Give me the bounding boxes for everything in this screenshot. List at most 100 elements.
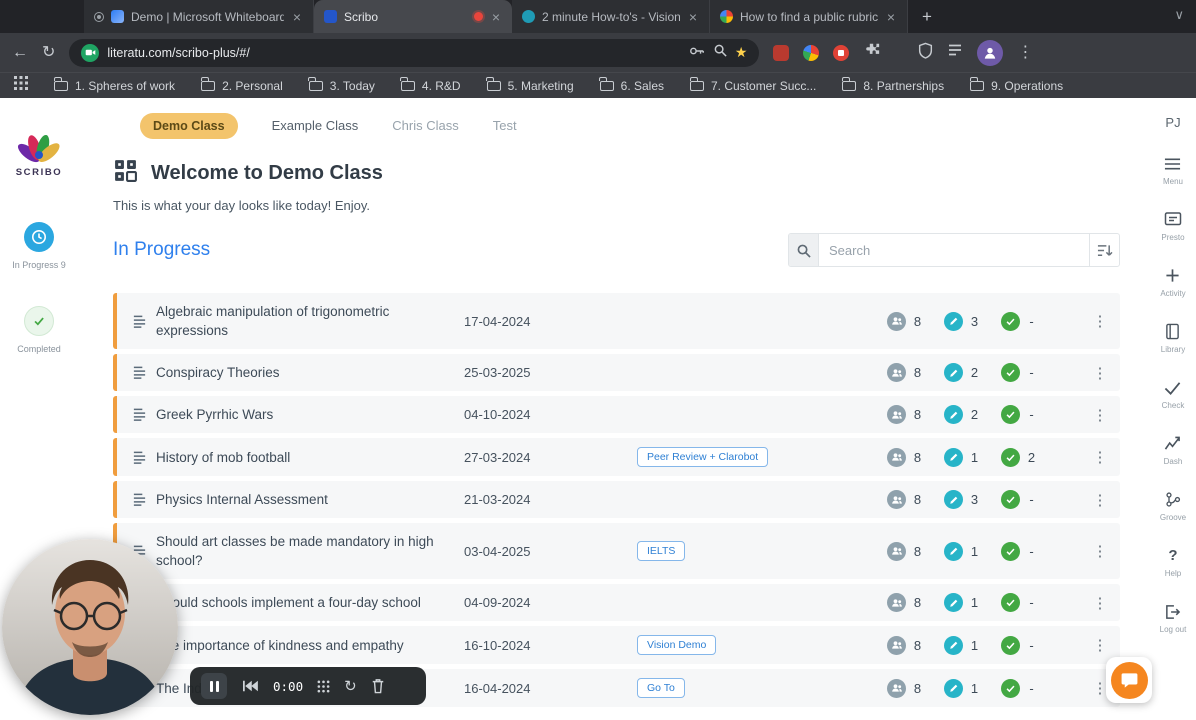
profile-avatar[interactable]: [977, 39, 1004, 66]
bookmark-folder[interactable]: 2. Personal: [200, 77, 283, 93]
assignment-row[interactable]: Should schools implement a four-day scho…: [113, 584, 1120, 621]
key-icon[interactable]: [689, 44, 705, 62]
sidebar-item-activity[interactable]: Activity: [1160, 266, 1186, 298]
class-tab-demo[interactable]: Demo Class: [140, 112, 238, 139]
members-badge: 8: [887, 635, 922, 655]
assignment-tag[interactable]: Peer Review + Clarobot: [637, 447, 769, 467]
extension-icon[interactable]: [803, 44, 820, 61]
drag-grid-icon[interactable]: [317, 680, 330, 693]
assignment-row[interactable]: Physics Internal Assessment 21-03-2024 8…: [113, 481, 1120, 518]
pause-button[interactable]: [201, 673, 227, 699]
screen: Demo | Microsoft Whiteboard × Scribo × 2…: [0, 0, 1196, 720]
profile-initials[interactable]: PJ: [1165, 115, 1180, 130]
search-input[interactable]: [819, 234, 1089, 266]
assignment-row[interactable]: The importance of kindness and empathy 1…: [113, 626, 1120, 664]
sidebar-item-presto[interactable]: Presto: [1161, 210, 1185, 242]
tab-search-caret-icon[interactable]: ∨: [1174, 7, 1184, 23]
bookmark-folder[interactable]: 7. Customer Succ...: [689, 77, 816, 93]
tag-zone: IELTS: [579, 541, 865, 561]
restart-button[interactable]: ↻: [344, 679, 357, 694]
bookmark-folder[interactable]: 4. R&D: [400, 77, 461, 93]
tab-activity-indicator-icon: [94, 11, 104, 22]
sidebar-item-groove[interactable]: Groove: [1160, 490, 1186, 522]
row-menu-kebab-icon[interactable]: ⋮: [1090, 364, 1110, 382]
tab-whiteboard[interactable]: Demo | Microsoft Whiteboard ×: [84, 0, 314, 33]
check-icon: [1001, 593, 1020, 612]
close-icon[interactable]: ×: [885, 10, 897, 24]
tab-scribo-active[interactable]: Scribo ×: [314, 0, 512, 33]
reload-button[interactable]: ↻: [42, 44, 55, 61]
assignment-row[interactable]: Greek Pyrrhic Wars 04-10-2024 8 2 - ⋮: [113, 396, 1120, 433]
extension-icon[interactable]: [773, 44, 790, 61]
assignment-tag[interactable]: Go To: [637, 678, 685, 698]
folder-icon: [486, 77, 501, 91]
close-icon[interactable]: ×: [291, 10, 303, 24]
search-icon[interactable]: [789, 234, 819, 266]
assignment-row[interactable]: Conspiracy Theories 25-03-2025 8 2 - ⋮: [113, 354, 1120, 391]
row-menu-kebab-icon[interactable]: ⋮: [1090, 406, 1110, 424]
sidebar-item-check[interactable]: Check: [1162, 378, 1184, 410]
row-menu-kebab-icon[interactable]: ⋮: [1090, 491, 1110, 509]
scribo-logo[interactable]: SCRIBO: [16, 128, 63, 178]
class-tab-test[interactable]: Test: [493, 118, 517, 133]
badges: 8 1 2: [865, 447, 1036, 467]
shield-icon[interactable]: [918, 42, 933, 64]
assignment-row[interactable]: Should art classes be made mandatory in …: [113, 523, 1120, 579]
check-icon: [1001, 541, 1020, 561]
bookmark-folder[interactable]: 5. Marketing: [486, 77, 574, 93]
sidebar-in-progress-button[interactable]: In Progress 9: [12, 222, 66, 270]
folder-icon: [400, 77, 415, 91]
bookmark-folder[interactable]: 1. Spheres of work: [53, 77, 175, 93]
badges: 8 1 -: [865, 593, 1036, 612]
delete-recording-button[interactable]: [371, 678, 385, 694]
bookmark-folder[interactable]: 3. Today: [308, 77, 375, 93]
tab-label: Scribo: [344, 9, 379, 24]
assignment-date: 16-04-2024: [464, 680, 531, 696]
reading-list-icon[interactable]: [947, 43, 963, 62]
assignment-tag[interactable]: Vision Demo: [637, 635, 717, 655]
row-menu-kebab-icon[interactable]: ⋮: [1090, 448, 1110, 466]
class-tab-chris[interactable]: Chris Class: [392, 118, 458, 133]
bookmark-folder[interactable]: 8. Partnerships: [841, 77, 944, 93]
sort-icon[interactable]: [1089, 234, 1119, 266]
row-menu-kebab-icon[interactable]: ⋮: [1090, 542, 1110, 560]
sidebar-item-dash[interactable]: Dash: [1164, 434, 1182, 466]
bookmark-folder[interactable]: 9. Operations: [969, 77, 1063, 93]
bookmark-star-icon[interactable]: ★: [735, 44, 748, 61]
sidebar-item-library[interactable]: Library: [1161, 322, 1185, 354]
sidebar-item-menu[interactable]: Menu: [1163, 154, 1183, 186]
extensions-puzzle-icon[interactable]: [863, 42, 880, 64]
chat-bubble-button[interactable]: [1110, 661, 1148, 699]
class-tab-example[interactable]: Example Class: [272, 118, 359, 133]
tab-rubric[interactable]: How to find a public rubric (e ×: [710, 0, 908, 33]
sidebar-completed-button[interactable]: Completed: [17, 306, 61, 354]
tab-howtos[interactable]: 2 minute How-to's - Vision ×: [512, 0, 710, 33]
search-in-page-icon[interactable]: [713, 43, 727, 62]
badges: 8 1 -: [865, 635, 1036, 655]
address-bar[interactable]: literatu.com/scribo-plus/#/ ★: [69, 38, 760, 67]
webcam-overlay[interactable]: [2, 539, 178, 715]
recorder-toolbar[interactable]: 0:00 ↻: [190, 667, 426, 705]
browser-menu-kebab-icon[interactable]: ⋮: [1017, 44, 1033, 61]
sidebar-item-logout[interactable]: Log out: [1160, 602, 1186, 634]
assignment-date: 17-04-2024: [464, 313, 531, 329]
assignment-row[interactable]: Algebraic manipulation of trigonometric …: [113, 293, 1120, 349]
back-button[interactable]: ←: [12, 44, 28, 61]
assignment-title: Should schools implement a four-day scho…: [156, 595, 421, 610]
pencil-icon: [944, 541, 963, 561]
assignment-list: Algebraic manipulation of trigonometric …: [113, 293, 1120, 707]
extension-icon[interactable]: [833, 44, 850, 61]
bookmark-folder[interactable]: 6. Sales: [599, 77, 664, 93]
apps-grid-icon[interactable]: [14, 76, 28, 95]
new-tab-button[interactable]: +: [922, 7, 932, 27]
rewind-button[interactable]: [241, 679, 259, 693]
row-menu-kebab-icon[interactable]: ⋮: [1090, 594, 1110, 612]
assignment-title: Conspiracy Theories: [156, 365, 280, 380]
close-icon[interactable]: ×: [490, 10, 502, 24]
row-menu-kebab-icon[interactable]: ⋮: [1090, 636, 1110, 654]
close-icon[interactable]: ×: [687, 10, 699, 24]
assignment-tag[interactable]: IELTS: [637, 541, 686, 561]
sidebar-item-help[interactable]: ? Help: [1165, 546, 1181, 578]
assignment-row[interactable]: History of mob football 27-03-2024 Peer …: [113, 438, 1120, 476]
row-menu-kebab-icon[interactable]: ⋮: [1090, 312, 1110, 330]
